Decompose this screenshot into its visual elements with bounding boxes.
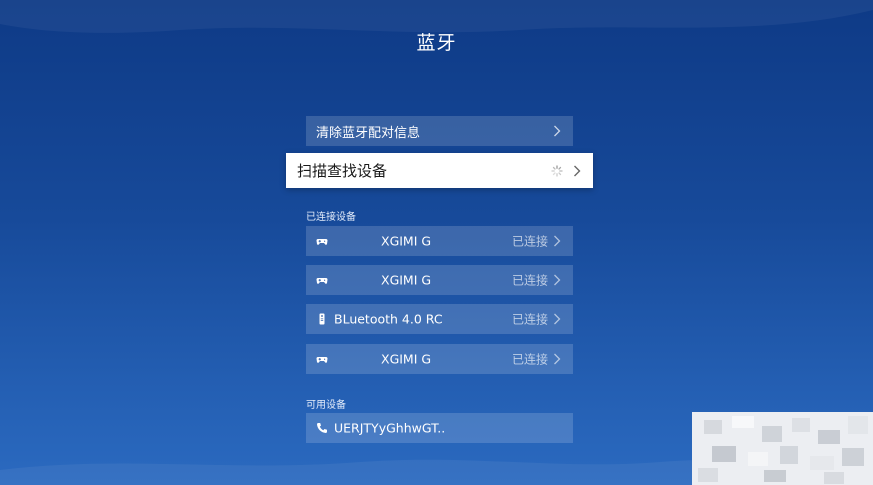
device-name: XGIMI G (381, 351, 432, 367)
gamepad-icon (316, 357, 328, 363)
device-name: UERJTYyGhhwGT.. (334, 420, 446, 436)
connected-device-row[interactable]: XGIMI G 已连接 (306, 344, 573, 374)
device-name: BLuetooth 4.0 RC (334, 311, 443, 327)
clear-pairing-label: 清除蓝牙配对信息 (316, 125, 421, 141)
connected-device-row[interactable]: BLuetooth 4.0 RC 已连接 (306, 304, 573, 334)
connected-device-row[interactable]: XGIMI G 已连接 (306, 265, 573, 295)
available-device-row[interactable]: UERJTYyGhhwGT.. (306, 413, 573, 443)
device-status: 已连接 (511, 273, 548, 288)
connected-device-row[interactable]: XGIMI G 已连接 (306, 226, 573, 256)
device-status: 已连接 (511, 352, 548, 367)
chevron-right-icon (554, 235, 561, 247)
gamepad-icon (316, 278, 328, 284)
pixelated-overlay (692, 412, 873, 485)
device-name: XGIMI G (381, 233, 432, 249)
phone-icon (317, 423, 327, 433)
clear-pairing-button[interactable]: 清除蓝牙配对信息 (306, 116, 573, 146)
device-status: 已连接 (511, 312, 548, 327)
scan-devices-label: 扫描查找设备 (297, 162, 388, 180)
page-title: 蓝牙 (416, 32, 457, 54)
chevron-right-icon (554, 353, 561, 365)
chevron-right-icon (554, 274, 561, 286)
device-name: XGIMI G (381, 272, 432, 288)
device-status: 已连接 (511, 234, 548, 249)
connected-devices-heading: 已连接设备 (306, 212, 356, 223)
chevron-right-icon (574, 165, 581, 176)
gamepad-icon (316, 239, 328, 245)
remote-icon (319, 313, 325, 325)
chevron-right-icon (554, 125, 561, 137)
scan-devices-button[interactable]: 扫描查找设备 (286, 153, 593, 188)
chevron-right-icon (554, 313, 561, 325)
available-devices-heading: 可用设备 (306, 400, 346, 411)
loading-spinner-icon (551, 164, 563, 177)
